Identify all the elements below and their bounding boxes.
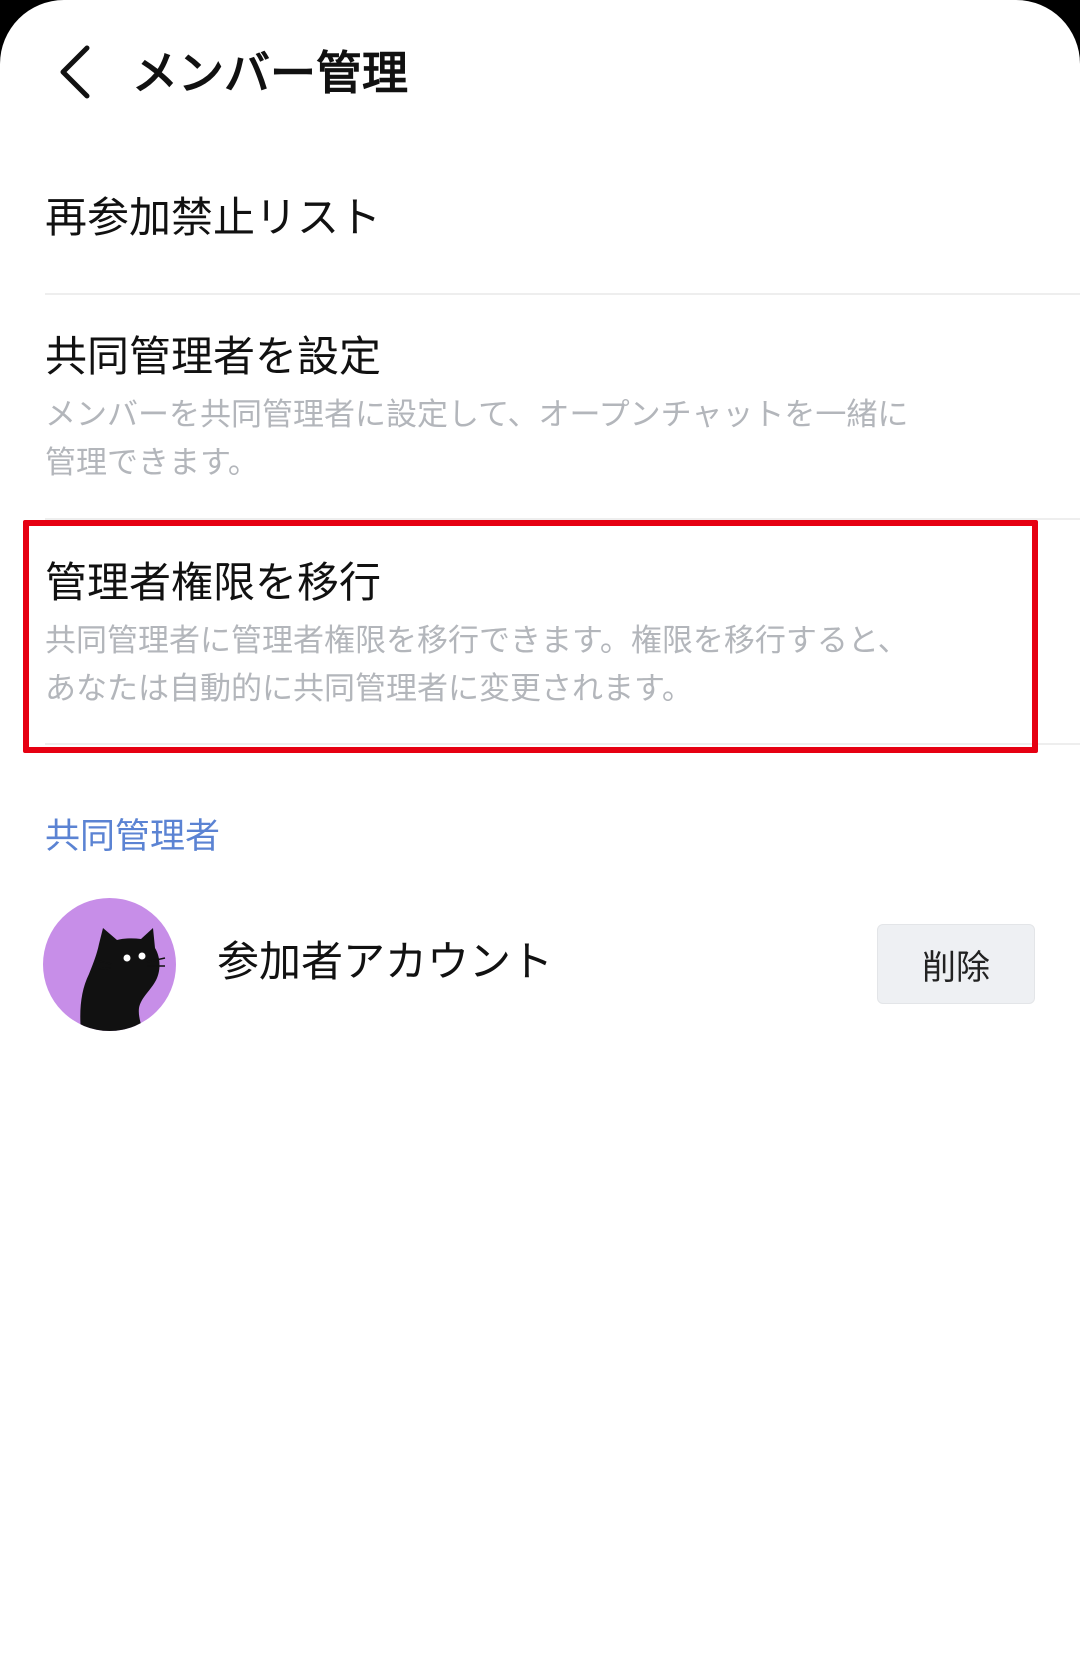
divider [45,743,1080,745]
back-button[interactable] [40,32,110,112]
chevron-left-icon [60,45,90,99]
menu-item-title: 管理者権限を移行 [45,558,382,607]
avatar[interactable] [43,898,176,1031]
menu-item-description: 共同管理者に管理者権限を移行できます。権限を移行すると、 あなたは自動的に共同管… [45,617,975,713]
description-line: メンバーを共同管理者に設定して、オープンチャットを一緒に [45,397,909,433]
description-line: 共同管理者に管理者権限を移行できます。権限を移行すると、 [45,623,909,659]
section-label-co-admins: 共同管理者 [45,817,221,857]
delete-button[interactable]: 削除 [877,924,1035,1004]
member-row: 参加者アカウント 削除 [0,890,1080,1040]
screen: メンバー管理 再参加禁止リスト 共同管理者を設定 メンバーを共同管理者に設定して… [0,0,1080,1659]
menu-item-transfer-admin[interactable]: 管理者権限を移行 共同管理者に管理者権限を移行できます。権限を移行すると、 あな… [0,520,1080,743]
description-line: 管理できます。 [45,445,259,481]
member-name: 参加者アカウント [217,937,554,986]
menu-item-rejoin-ban-list[interactable]: 再参加禁止リスト [0,150,1080,293]
menu-item-title: 再参加禁止リスト [45,193,382,242]
menu-item-title: 共同管理者を設定 [45,332,382,381]
page-title: メンバー管理 [132,46,408,100]
description-line: あなたは自動的に共同管理者に変更されます。 [45,671,693,707]
header: メンバー管理 [0,0,1080,150]
black-cat-avatar-icon [80,928,166,1031]
menu-item-set-co-admin[interactable]: 共同管理者を設定 メンバーを共同管理者に設定して、オープンチャットを一緒に 管理… [0,295,1080,518]
menu-item-description: メンバーを共同管理者に設定して、オープンチャットを一緒に 管理できます。 [45,391,975,487]
